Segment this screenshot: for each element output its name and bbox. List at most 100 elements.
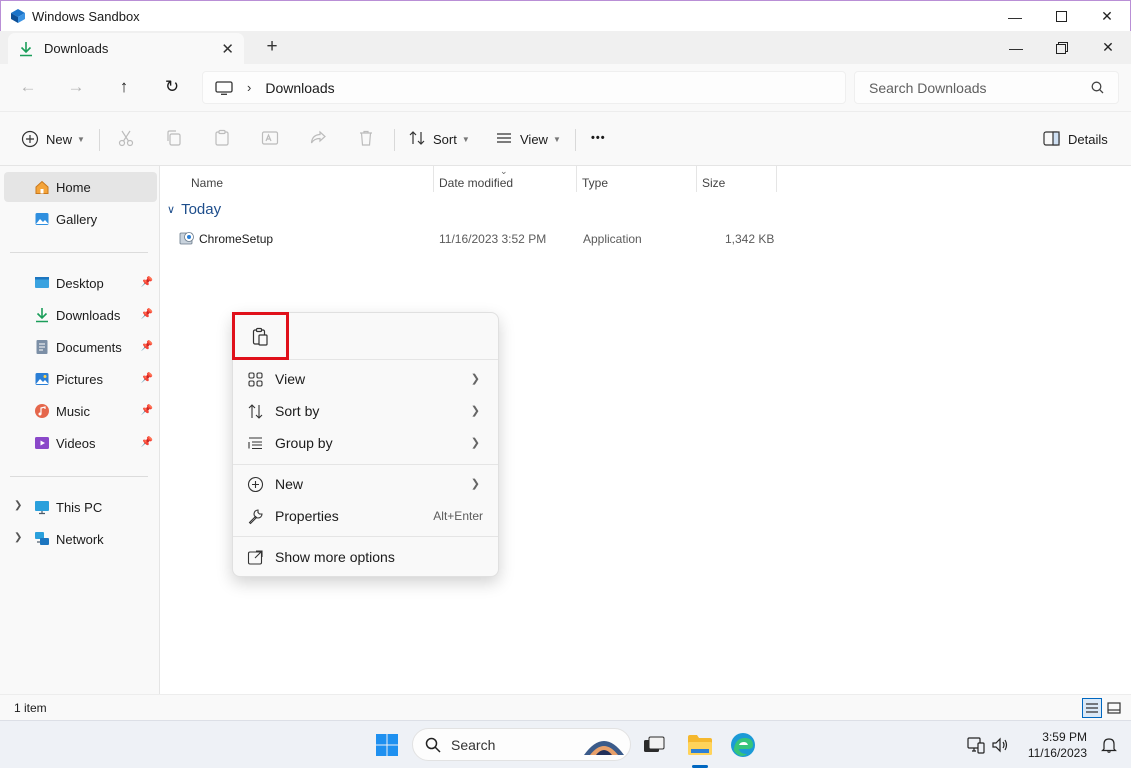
menu-item-group-by[interactable]: Group by ❯	[233, 428, 498, 458]
sidebar-item-videos[interactable]: Videos 📌	[4, 428, 157, 458]
context-menu-quick-actions	[233, 313, 498, 360]
tab-downloads[interactable]: Downloads ✕	[8, 33, 244, 64]
documents-icon	[34, 339, 50, 355]
breadcrumb-downloads[interactable]: Downloads	[265, 80, 334, 96]
group-list-icon	[247, 435, 264, 452]
address-bar[interactable]: › Downloads	[202, 71, 846, 104]
sidebar-item-label: Music	[56, 404, 90, 419]
menu-item-label: View	[275, 371, 305, 387]
share-icon[interactable]	[309, 129, 327, 147]
pin-icon[interactable]: 📌	[141, 277, 153, 288]
task-view-icon	[643, 736, 665, 754]
column-header-size[interactable]: Size	[696, 173, 776, 193]
more-options-button[interactable]: •••	[591, 126, 606, 150]
sandbox-maximize-button[interactable]	[1038, 1, 1084, 32]
details-button[interactable]: Details	[1068, 127, 1108, 151]
paste-button[interactable]	[232, 312, 289, 360]
sidebar-separator	[10, 252, 148, 253]
new-tab-button[interactable]: +	[262, 36, 282, 58]
sidebar-item-downloads[interactable]: Downloads 📌	[4, 300, 157, 330]
sidebar-item-gallery[interactable]: Gallery	[4, 204, 157, 234]
sidebar-item-label: Downloads	[56, 308, 120, 323]
sidebar-item-music[interactable]: Music 📌	[4, 396, 157, 426]
tiles-view-toggle[interactable]	[1104, 698, 1124, 718]
sandbox-minimize-button[interactable]: —	[992, 1, 1038, 32]
back-arrow-icon[interactable]: ←	[17, 76, 39, 98]
edge-browser-icon	[730, 732, 756, 758]
new-label: New	[46, 132, 72, 147]
search-highlight-image-icon	[582, 733, 626, 757]
pin-icon[interactable]: 📌	[141, 405, 153, 416]
pin-icon[interactable]: 📌	[141, 437, 153, 448]
file-size: 1,342 KB	[725, 232, 774, 246]
menu-item-properties[interactable]: Properties Alt+Enter	[233, 501, 498, 531]
menu-item-sort-by[interactable]: Sort by ❯	[233, 396, 498, 426]
search-input[interactable]	[869, 80, 1084, 96]
sidebar-item-pictures[interactable]: Pictures 📌	[4, 364, 157, 394]
view-list-icon	[495, 129, 513, 147]
chevron-right-icon[interactable]: ❯	[14, 532, 22, 543]
up-arrow-icon[interactable]: ↑	[113, 76, 135, 98]
monitor-icon	[215, 81, 233, 95]
menu-item-label: Group by	[275, 435, 333, 451]
new-plus-icon	[21, 130, 39, 148]
taskbar: Search 3:59 PM 11/16/2023	[0, 720, 1131, 768]
column-divider[interactable]	[776, 166, 777, 192]
sidebar-item-documents[interactable]: Documents 📌	[4, 332, 157, 362]
taskbar-search[interactable]: Search	[412, 728, 631, 761]
explorer-restore-button[interactable]	[1039, 31, 1085, 64]
volume-icon[interactable]	[991, 736, 1009, 754]
pin-icon[interactable]: 📌	[141, 373, 153, 384]
table-row[interactable]: ChromeSetup 11/16/2023 3:52 PM Applicati…	[175, 227, 775, 251]
edge-taskbar-button[interactable]	[727, 729, 759, 761]
explorer-minimize-button[interactable]: —	[993, 31, 1039, 64]
chevron-down-icon[interactable]: ∨	[167, 203, 175, 216]
forward-arrow-icon[interactable]: →	[65, 76, 87, 98]
details-view-toggle[interactable]	[1082, 698, 1102, 718]
refresh-icon[interactable]: ↻	[161, 76, 183, 98]
search-box[interactable]	[854, 71, 1119, 104]
notification-bell-icon[interactable]	[1101, 737, 1117, 753]
chevron-right-icon[interactable]: ❯	[14, 500, 22, 511]
clock-time: 3:59 PM	[1028, 729, 1087, 745]
copy-icon[interactable]	[165, 129, 183, 147]
new-button[interactable]: New▼	[46, 127, 85, 151]
pin-icon[interactable]: 📌	[141, 341, 153, 352]
file-explorer-taskbar-button[interactable]	[684, 729, 716, 761]
column-header-type[interactable]: Type	[576, 173, 696, 193]
cut-icon[interactable]	[117, 129, 135, 147]
file-name: ChromeSetup	[199, 232, 273, 246]
tiles-view-icon	[1107, 702, 1121, 714]
sidebar-item-label: This PC	[56, 500, 102, 515]
sandbox-close-button[interactable]: ✕	[1084, 1, 1130, 32]
explorer-close-button[interactable]: ✕	[1085, 31, 1131, 64]
task-view-button[interactable]	[638, 729, 670, 761]
sidebar-item-home[interactable]: Home	[4, 172, 157, 202]
download-icon	[34, 307, 50, 323]
sidebar-item-desktop[interactable]: Desktop 📌	[4, 268, 157, 298]
paste-icon[interactable]	[213, 129, 231, 147]
column-date-label: Date modified	[439, 176, 513, 190]
sidebar-item-network[interactable]: ❯ Network	[4, 524, 157, 554]
network-status-icon[interactable]	[967, 736, 985, 754]
menu-item-view[interactable]: View ❯	[233, 364, 498, 394]
sort-button[interactable]: Sort▼	[433, 127, 470, 151]
navigation-bar: ← → ↑ ↻ › Downloads	[0, 64, 1131, 111]
system-tray: 3:59 PM 11/16/2023	[951, 721, 1131, 768]
breadcrumb-chevron-icon[interactable]: ›	[247, 80, 251, 95]
pin-icon[interactable]: 📌	[141, 309, 153, 320]
windows-logo-icon	[375, 733, 399, 757]
column-header-name[interactable]: Name	[185, 173, 433, 193]
delete-icon[interactable]	[357, 129, 375, 147]
music-icon	[34, 403, 50, 419]
menu-item-new[interactable]: New ❯	[233, 469, 498, 499]
command-separator	[575, 129, 576, 151]
sidebar-item-this-pc[interactable]: ❯ This PC	[4, 492, 157, 522]
menu-item-show-more-options[interactable]: Show more options	[233, 542, 498, 572]
start-button[interactable]	[371, 729, 403, 761]
view-button[interactable]: View▼	[520, 127, 561, 151]
rename-icon[interactable]	[261, 129, 279, 147]
taskbar-clock[interactable]: 3:59 PM 11/16/2023	[1028, 729, 1087, 761]
group-header-today[interactable]: ∨ Today	[167, 201, 221, 218]
tab-close-icon[interactable]: ✕	[221, 40, 234, 58]
